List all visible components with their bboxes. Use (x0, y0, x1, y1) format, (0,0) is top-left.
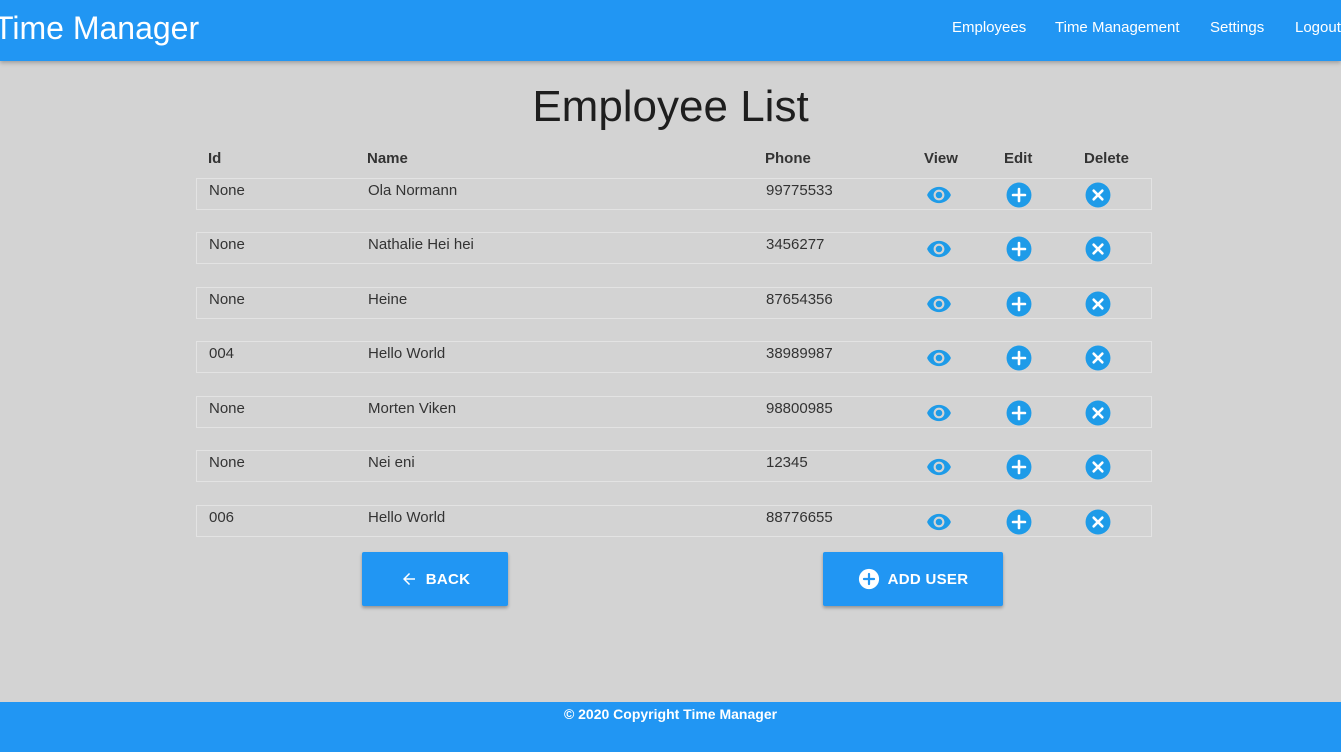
table-header: Id Name Phone View Edit Delete (0, 150, 1341, 170)
cell-name: Nei eni (368, 454, 415, 471)
view-eye-icon[interactable] (926, 236, 952, 262)
cell-name: Hello World (368, 345, 446, 362)
cell-id: None (209, 400, 245, 417)
nav-employees[interactable]: Employees (952, 19, 1026, 36)
column-header-edit: Edit (1004, 150, 1033, 167)
footer: © 2020 Copyright Time Manager (0, 702, 1341, 752)
table-row: None Nei eni 12345 (196, 450, 1152, 482)
delete-close-circle-icon[interactable] (1085, 291, 1111, 317)
cell-id: 006 (209, 509, 235, 526)
delete-close-circle-icon[interactable] (1085, 509, 1111, 535)
edit-plus-circle-icon[interactable] (1006, 400, 1032, 426)
nav-settings[interactable]: Settings (1210, 19, 1264, 36)
view-eye-icon[interactable] (926, 182, 952, 208)
edit-plus-circle-icon[interactable] (1006, 509, 1032, 535)
cell-phone: 99775533 (766, 182, 833, 199)
column-header-id: Id (208, 150, 222, 167)
nav-logout[interactable]: Logout (1295, 19, 1341, 36)
edit-plus-circle-icon[interactable] (1006, 291, 1032, 317)
view-eye-icon[interactable] (926, 345, 952, 371)
cell-id: None (209, 291, 245, 308)
delete-close-circle-icon[interactable] (1085, 400, 1111, 426)
delete-close-circle-icon[interactable] (1085, 454, 1111, 480)
cell-phone: 38989987 (766, 345, 833, 362)
edit-plus-circle-icon[interactable] (1006, 182, 1032, 208)
add-user-button-label: ADD USER (887, 570, 969, 588)
arrow-left-icon (400, 570, 418, 588)
table-row: None Morten Viken 98800985 (196, 396, 1152, 428)
column-header-delete: Delete (1084, 150, 1130, 167)
add-user-button[interactable]: ADD USER (823, 552, 1003, 606)
table-row: 006 Hello World 88776655 (196, 505, 1152, 537)
plus-circle-icon (858, 568, 880, 590)
cell-phone: 3456277 (766, 236, 825, 253)
table-row: None Heine 87654356 (196, 287, 1152, 319)
cell-name: Morten Viken (368, 400, 457, 417)
column-header-name: Name (367, 150, 408, 167)
cell-id: 004 (209, 345, 235, 362)
table-row: None Nathalie Hei hei 3456277 (196, 232, 1152, 264)
view-eye-icon[interactable] (926, 400, 952, 426)
cell-phone: 12345 (766, 454, 808, 471)
edit-plus-circle-icon[interactable] (1006, 454, 1032, 480)
view-eye-icon[interactable] (926, 454, 952, 480)
edit-plus-circle-icon[interactable] (1006, 236, 1032, 262)
cell-phone: 98800985 (766, 400, 833, 417)
view-eye-icon[interactable] (926, 509, 952, 535)
cell-id: None (209, 454, 245, 471)
delete-close-circle-icon[interactable] (1085, 236, 1111, 262)
edit-plus-circle-icon[interactable] (1006, 345, 1032, 371)
table-row: 004 Hello World 38989987 (196, 341, 1152, 373)
view-eye-icon[interactable] (926, 291, 952, 317)
cell-phone: 87654356 (766, 291, 833, 308)
cell-id: None (209, 182, 245, 199)
cell-name: Hello World (368, 509, 446, 526)
column-header-view: View (924, 150, 958, 167)
back-button[interactable]: BACK (362, 552, 508, 606)
top-app-bar: Time Manager Employees Time Management S… (0, 0, 1341, 61)
back-button-label: BACK (425, 570, 471, 588)
cell-id: None (209, 236, 245, 253)
copyright-text: © 2020 Copyright Time Manager (563, 706, 778, 722)
table-row: None Ola Normann 99775533 (196, 178, 1152, 210)
page-title: Employee List (532, 82, 809, 131)
delete-close-circle-icon[interactable] (1085, 345, 1111, 371)
cell-name: Nathalie Hei hei (368, 236, 474, 253)
column-header-phone: Phone (765, 150, 811, 167)
main-nav: Employees Time Management Settings Logou… (0, 19, 1341, 41)
cell-name: Ola Normann (368, 182, 458, 199)
delete-close-circle-icon[interactable] (1085, 182, 1111, 208)
nav-time-management[interactable]: Time Management (1055, 19, 1180, 36)
cell-name: Heine (368, 291, 408, 308)
cell-phone: 88776655 (766, 509, 833, 526)
